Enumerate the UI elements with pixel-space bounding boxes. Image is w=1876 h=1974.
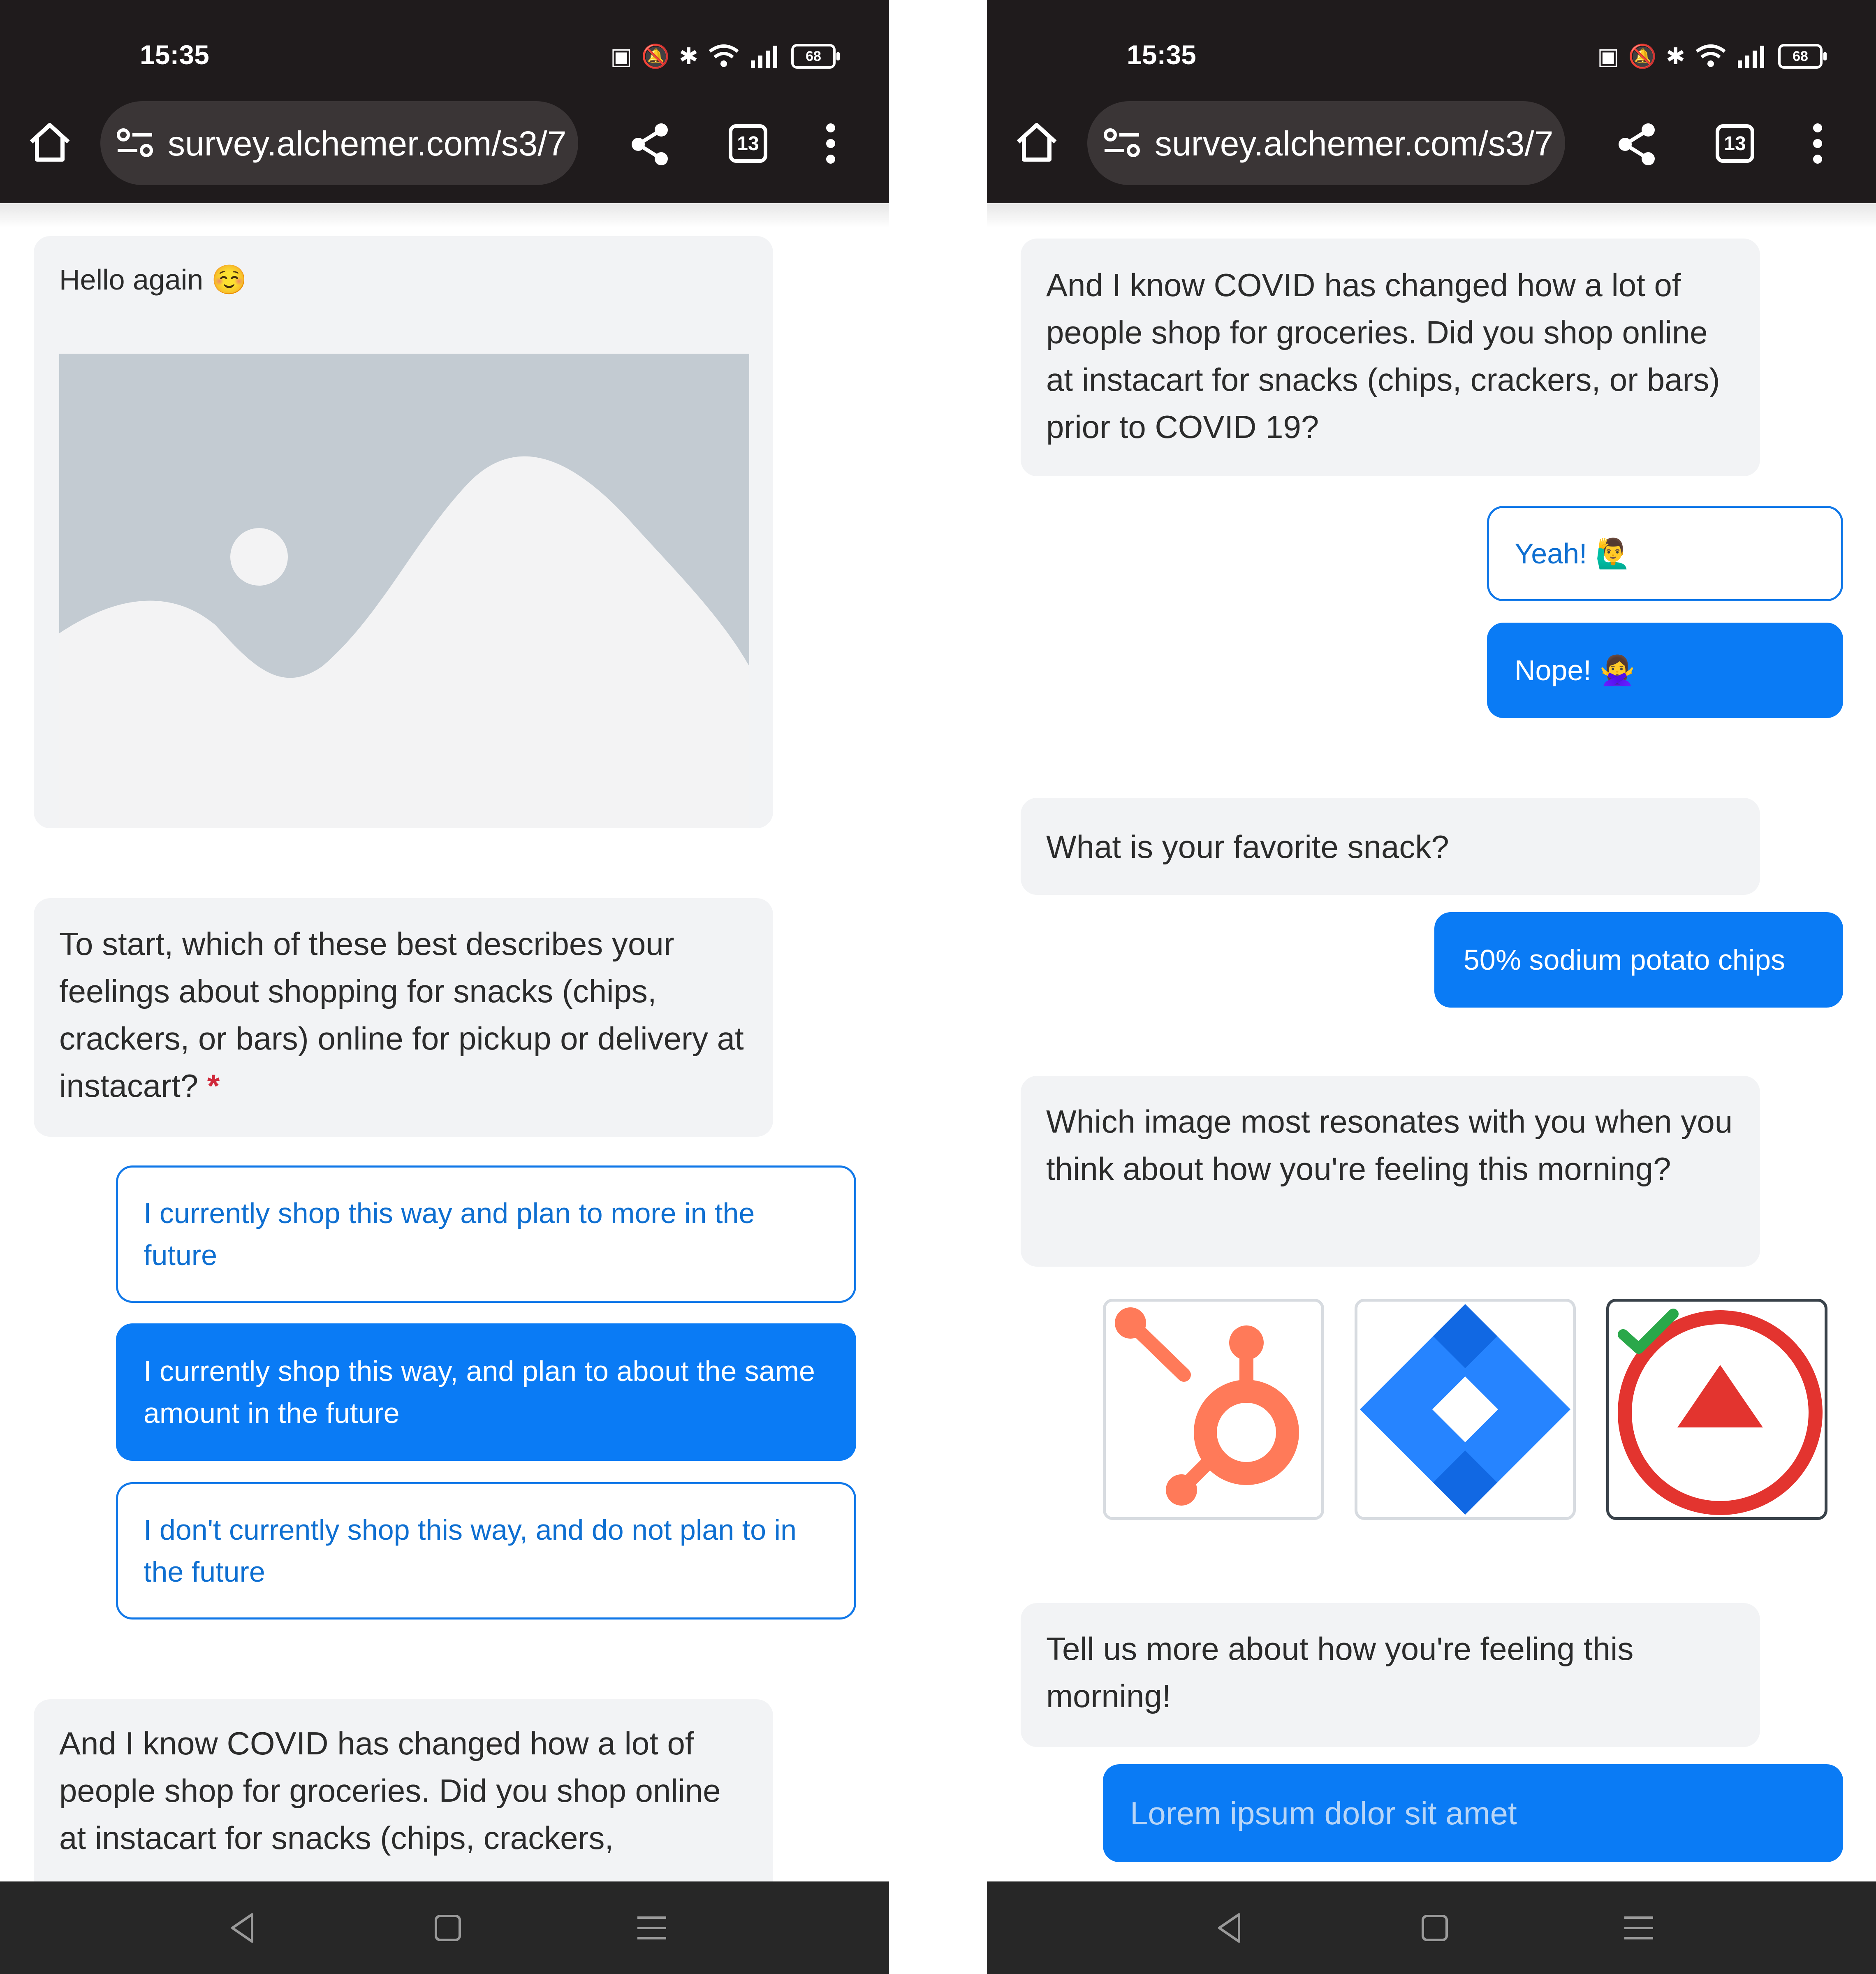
answer-5-input[interactable]: Lorem ipsum dolor sit amet (1103, 1764, 1843, 1862)
tab-switcher-button[interactable]: 13 (1716, 124, 1754, 163)
survey-chat[interactable]: And I know COVID has changed how a lot o… (987, 228, 1876, 1881)
home-icon[interactable] (1014, 119, 1059, 164)
left-screenshot: 15:35 ▣ 🔕 ✱ 68 survey.alchemer.com/s3/7 … (0, 0, 889, 1974)
home-nav-icon[interactable] (425, 1905, 470, 1951)
share-icon[interactable] (629, 122, 670, 167)
answer-5-placeholder: Lorem ipsum dolor sit amet (1130, 1795, 1517, 1831)
nfc-icon: ▣ (1597, 43, 1619, 70)
browser-top-bar: 15:35 ▣ 🔕 ✱ 68 survey.alchemer.com/s3/7 … (987, 0, 1876, 203)
image-placeholder (59, 354, 749, 828)
question-1-text: To start, which of these best describes … (59, 926, 744, 1104)
required-marker: * (207, 1068, 220, 1104)
question-bubble-2: And I know COVID has changed how a lot o… (34, 1699, 773, 1881)
url-text: survey.alchemer.com/s3/7 (168, 124, 567, 163)
bluetooth-icon: ✱ (679, 43, 698, 70)
question-bubble-1: To start, which of these best describes … (34, 898, 773, 1137)
answer-3-text: 50% sodium potato chips (1464, 944, 1786, 976)
url-text: survey.alchemer.com/s3/7 (1155, 124, 1554, 163)
signal-icon (1738, 46, 1764, 68)
jira-logo-icon (1360, 1304, 1570, 1515)
question-bubble-3: What is your favorite snack? (1021, 798, 1760, 895)
status-icons: ▣ 🔕 ✱ 68 (1597, 38, 1827, 75)
status-time: 15:35 (1127, 39, 1196, 70)
nfc-icon: ▣ (610, 43, 632, 70)
question-bubble-5: Tell us more about how you're feeling th… (1021, 1603, 1760, 1747)
mute-icon: 🔕 (1628, 43, 1657, 70)
wifi-icon (1695, 44, 1726, 67)
option-3-button[interactable]: I don't currently shop this way, and do … (116, 1482, 856, 1620)
home-icon[interactable] (27, 119, 72, 164)
back-icon[interactable] (221, 1905, 266, 1951)
option-2-button[interactable]: I currently shop this way, and plan to a… (116, 1323, 856, 1461)
greeting-bubble: Hello again ☺️ (34, 236, 773, 828)
more-menu-icon[interactable] (822, 123, 839, 169)
option-3-label: I don't currently shop this way, and do … (144, 1514, 797, 1588)
recents-icon[interactable] (629, 1905, 674, 1951)
image-choice-red-triangle[interactable] (1606, 1299, 1827, 1520)
question-2-text: And I know COVID has changed how a lot o… (1046, 267, 1720, 445)
battery-icon: 68 (791, 44, 840, 69)
share-icon[interactable] (1616, 122, 1657, 167)
greeting-text: Hello again ☺️ (59, 264, 247, 296)
site-settings-icon[interactable] (1101, 124, 1142, 161)
survey-chat[interactable]: Hello again ☺️ To start, which of these … (0, 228, 889, 1881)
android-nav-bar (0, 1881, 889, 1974)
question-bubble-4: Which image most resonates with you when… (1021, 1076, 1760, 1267)
question-3-text: What is your favorite snack? (1046, 829, 1449, 865)
no-answer-button[interactable]: Nope! 🙅‍♀️ (1487, 623, 1843, 718)
checkmark-icon (1618, 1309, 1679, 1354)
recents-icon[interactable] (1616, 1905, 1661, 1951)
option-1-label: I currently shop this way and plan to mo… (144, 1197, 755, 1271)
address-bar[interactable]: survey.alchemer.com/s3/7 (100, 101, 578, 185)
site-settings-icon[interactable] (114, 124, 155, 161)
toolbar-shadow (987, 203, 1876, 228)
mute-icon: 🔕 (641, 43, 670, 70)
status-icons: ▣ 🔕 ✱ 68 (610, 38, 840, 75)
browser-top-bar: 15:35 ▣ 🔕 ✱ 68 survey.alchemer.com/s3/7 … (0, 0, 889, 203)
question-4-text: Which image most resonates with you when… (1046, 1103, 1733, 1187)
question-5-text: Tell us more about how you're feeling th… (1046, 1631, 1634, 1714)
status-time: 15:35 (140, 39, 209, 70)
no-answer-label: Nope! 🙅‍♀️ (1515, 654, 1635, 686)
address-bar[interactable]: survey.alchemer.com/s3/7 (1087, 101, 1565, 185)
signal-icon (751, 46, 777, 68)
home-nav-icon[interactable] (1412, 1905, 1457, 1951)
image-choice-hubspot[interactable] (1103, 1299, 1324, 1520)
option-2-label: I currently shop this way, and plan to a… (144, 1355, 815, 1429)
right-screenshot: 15:35 ▣ 🔕 ✱ 68 survey.alchemer.com/s3/7 … (987, 0, 1876, 1974)
back-icon[interactable] (1208, 1905, 1253, 1951)
toolbar-shadow (0, 203, 889, 228)
yes-answer-button[interactable]: Yeah! 🙋‍♂️ (1487, 506, 1843, 601)
android-nav-bar (987, 1881, 1876, 1974)
more-menu-icon[interactable] (1809, 123, 1826, 169)
tab-switcher-button[interactable]: 13 (729, 124, 767, 163)
wifi-icon (709, 44, 739, 67)
answer-3-bubble: 50% sodium potato chips (1434, 912, 1843, 1008)
battery-icon: 68 (1778, 44, 1827, 69)
option-1-button[interactable]: I currently shop this way and plan to mo… (116, 1165, 856, 1303)
question-bubble-2: And I know COVID has changed how a lot o… (1021, 239, 1760, 476)
image-choice-jira[interactable] (1355, 1299, 1576, 1520)
question-2-partial-text: And I know COVID has changed how a lot o… (59, 1725, 721, 1856)
yes-answer-label: Yeah! 🙋‍♂️ (1515, 538, 1631, 570)
hubspot-logo-icon (1115, 1307, 1299, 1506)
bluetooth-icon: ✱ (1666, 43, 1685, 70)
